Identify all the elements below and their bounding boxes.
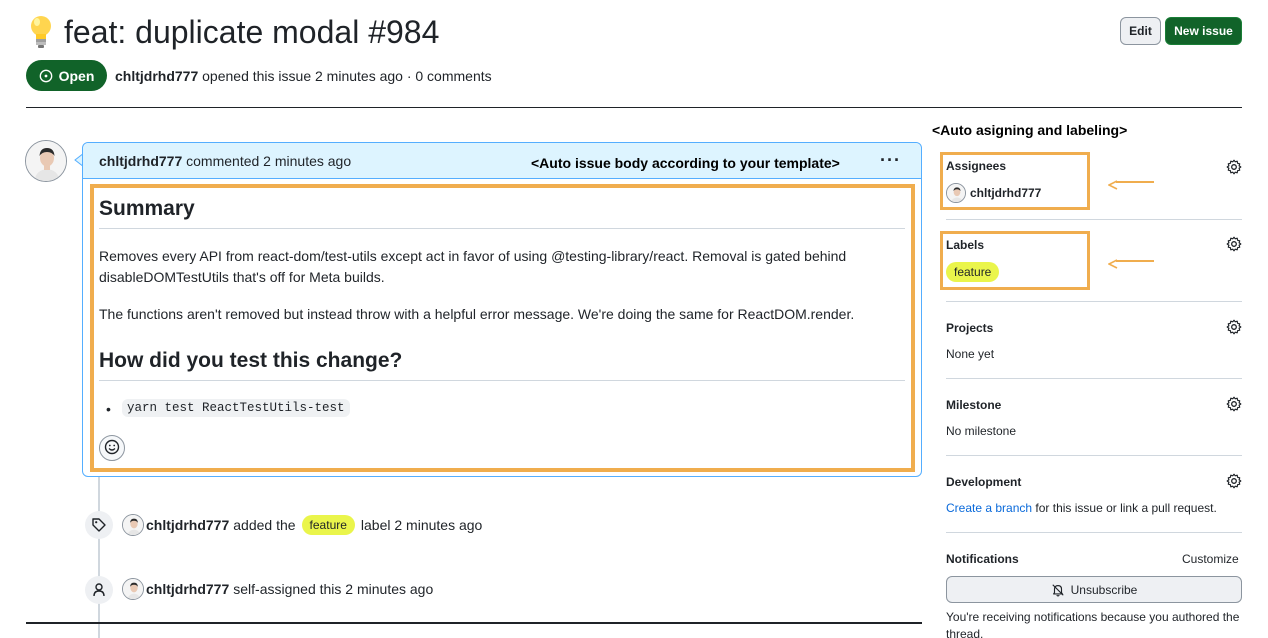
list-item-code: yarn test ReactTestUtils-test — [122, 399, 350, 417]
notifications-title: Notifications — [946, 552, 1019, 566]
milestone-title[interactable]: Milestone — [946, 398, 1001, 412]
avatar[interactable] — [122, 514, 144, 536]
projects-title[interactable]: Projects — [946, 321, 993, 335]
issue-title: feat: duplicate modal #984 — [64, 14, 440, 50]
notifications-reason: You're receiving notifications because y… — [946, 610, 1240, 638]
assignee-name: chltjdrhd777 — [970, 186, 1042, 200]
summary-paragraph: Removes every API from react-dom/test-ut… — [99, 248, 847, 285]
development-title[interactable]: Development — [946, 475, 1021, 489]
sidebar-divider — [946, 532, 1242, 533]
customize-link[interactable]: Customize — [1182, 552, 1239, 566]
assignees-title[interactable]: Assignees — [946, 159, 1006, 173]
edit-button[interactable]: Edit — [1120, 17, 1161, 45]
label-chip-feature[interactable]: feature — [946, 262, 1000, 282]
gear-icon[interactable] — [1226, 473, 1242, 489]
gear-icon[interactable] — [1226, 159, 1242, 175]
comment-header-text: chltjdrhd777 commented 2 minutes ago — [99, 153, 351, 169]
issue-state-row: Open chltjdrhd777 opened this issue 2 mi… — [26, 60, 492, 91]
projects-value: None yet — [946, 347, 995, 361]
sidebar-divider — [946, 219, 1242, 220]
unsubscribe-label: Unsubscribe — [1070, 582, 1138, 597]
milestone-value: No milestone — [946, 424, 1017, 438]
annotation-arrow — [1116, 181, 1154, 183]
create-branch-link[interactable]: Create a branch — [946, 501, 1032, 515]
issue-author-link[interactable]: chltjdrhd777 — [115, 68, 198, 84]
gear-icon[interactable] — [1226, 236, 1242, 252]
open-state-badge: Open — [26, 60, 107, 91]
test-heading: How did you test this change? — [99, 349, 403, 372]
comment-header: chltjdrhd777 commented 2 minutes ago <Au… — [83, 143, 921, 179]
assignee-item[interactable]: chltjdrhd777 — [946, 183, 1041, 203]
timeline-text: label 2 minutes ago — [360, 517, 483, 533]
timeline-item-label: chltjdrhd777 added the feature label 2 m… — [122, 514, 482, 536]
timeline-author-link[interactable]: chltjdrhd777 — [146, 581, 229, 597]
arrow-head-icon — [1107, 177, 1118, 193]
timeline-item-assign: chltjdrhd777 self-assigned this 2 minute… — [122, 578, 433, 600]
new-issue-button[interactable]: New issue — [1165, 17, 1242, 45]
add-reaction-button[interactable] — [99, 435, 125, 461]
sidebar-divider — [946, 455, 1242, 456]
header-divider — [26, 107, 1242, 108]
tag-icon — [85, 511, 113, 539]
person-icon — [85, 576, 113, 604]
lightbulb-icon — [26, 14, 56, 50]
development-text: for this issue or link a pull request. — [1035, 501, 1217, 515]
comment-action[interactable]: commented 2 minutes ago — [186, 153, 351, 169]
issue-title-row: feat: duplicate modal #984 — [26, 12, 439, 52]
heading-divider — [99, 380, 905, 381]
sidebar-annotation: <Auto asigning and labeling> — [932, 122, 1128, 138]
avatar[interactable] — [122, 578, 144, 600]
annotation-arrow — [1116, 260, 1154, 262]
list-bullet: • — [106, 401, 111, 417]
issue-opened-icon — [39, 69, 53, 83]
sidebar-divider — [946, 378, 1242, 379]
comment-menu-button[interactable]: ··· — [880, 150, 901, 171]
gear-icon[interactable] — [1226, 396, 1242, 412]
label-list: feature — [946, 262, 1000, 282]
timeline-divider — [26, 622, 922, 624]
open-state-label: Open — [58, 67, 95, 84]
comment-author-avatar[interactable] — [25, 140, 67, 182]
comment-author-link[interactable]: chltjdrhd777 — [99, 153, 182, 169]
issue-meta-suffix: opened this issue 2 minutes ago · 0 comm… — [202, 67, 492, 84]
summary-paragraph-2: The functions aren't removed but instead… — [99, 306, 855, 322]
timeline-author-link[interactable]: chltjdrhd777 — [146, 517, 229, 533]
smiley-icon — [104, 439, 120, 458]
arrow-head-icon — [1107, 256, 1118, 272]
gear-icon[interactable] — [1226, 319, 1242, 335]
labels-title[interactable]: Labels — [946, 238, 984, 252]
timeline-text: self-assigned this 2 minutes ago — [233, 581, 434, 597]
development-value: Create a branch for this issue or link a… — [946, 501, 1217, 515]
timeline-text: added the — [233, 517, 296, 533]
summary-heading: Summary — [99, 197, 195, 220]
issue-meta: chltjdrhd777 opened this issue 2 minutes… — [115, 68, 492, 84]
heading-divider — [99, 228, 905, 229]
body-annotation: <Auto issue body according to your templ… — [531, 155, 840, 171]
unsubscribe-button[interactable]: Unsubscribe — [946, 576, 1242, 603]
bell-slash-icon — [1051, 583, 1065, 597]
label-chip-feature[interactable]: feature — [301, 515, 355, 535]
timeline-line — [98, 477, 100, 638]
sidebar-divider — [946, 301, 1242, 302]
avatar — [946, 183, 966, 203]
